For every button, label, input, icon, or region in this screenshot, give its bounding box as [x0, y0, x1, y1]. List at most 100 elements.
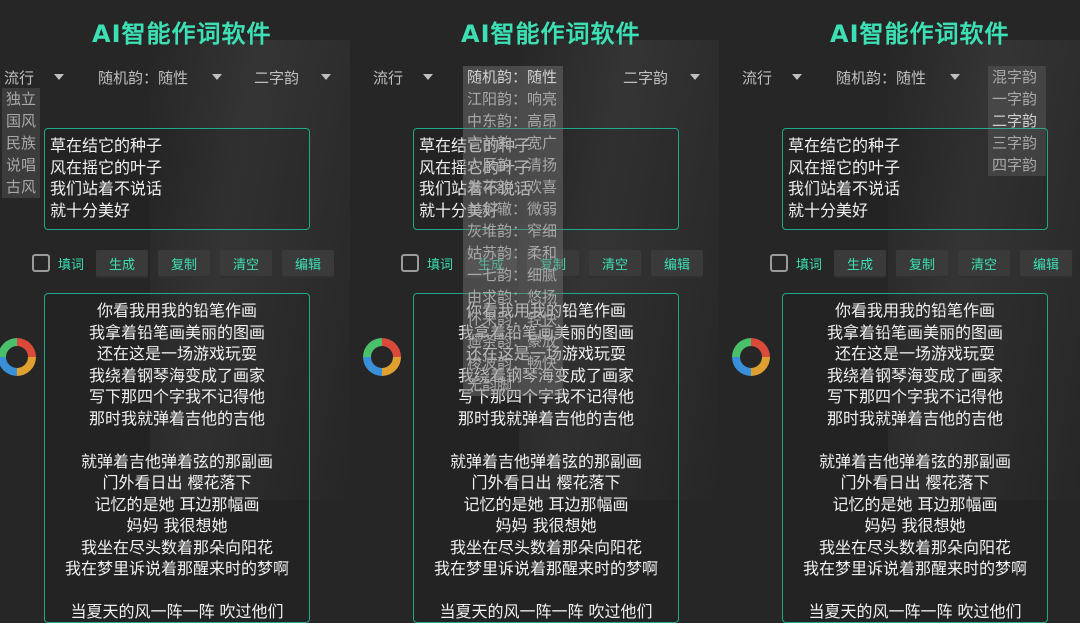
rhyme-count-option[interactable]: 四字韵 [988, 154, 1046, 176]
output-line: 还在这是一场游戏玩耍 [96, 344, 257, 363]
rhyme-count-option[interactable]: 一字韵 [988, 88, 1046, 110]
output-line: 门外看日出 樱花落下 [102, 473, 252, 492]
lyrics-output[interactable]: 你看我用我的铅笔作画 我拿着铅笔画美丽的图画 还在这是一场游戏玩耍 我绕着钢琴海… [782, 293, 1048, 623]
output-line: 我坐在尽头数着那朵向阳花 [818, 537, 1011, 557]
edit-button[interactable]: 编辑 [1020, 250, 1073, 276]
chevron-down-icon [423, 74, 434, 80]
output-line: 门外看日出 樱花落下 [840, 473, 990, 492]
copy-button[interactable]: 复制 [896, 250, 949, 276]
rhyme-option-selected[interactable]: 随机韵：随性 [463, 66, 563, 88]
rhyme-option[interactable]: 言前韵：宽广 [463, 132, 563, 154]
rhyme-option[interactable]: 无韵脚 [463, 374, 563, 396]
clear-button[interactable]: 清空 [958, 250, 1011, 276]
rhyme-dropdown: 随机韵：随性 江阳韵：响亮 中东韵：高昂 言前韵：宽广 人辰韵：清扬 发花韵：欢… [463, 66, 563, 396]
generate-button[interactable]: 生成 [96, 250, 149, 276]
output-line: 那时我就弹着吉他的吉他 [826, 408, 1003, 428]
generate-button[interactable]: 生成 [834, 250, 887, 276]
rhyme-option[interactable]: 乜斜辙：微弱 [463, 198, 563, 220]
output-line: 就弹着吉他弹着弦的那副画 [449, 451, 642, 471]
copy-button[interactable]: 复制 [158, 250, 211, 276]
app-title: AI智能作词软件 [461, 20, 641, 48]
chevron-down-icon [54, 74, 65, 80]
input-line: 草在结它的种子 [50, 136, 163, 155]
fill-checkbox[interactable] [32, 254, 50, 272]
output-line: 妈妈 我很想她 [126, 516, 228, 535]
output-line: 记忆的是她 耳边那幅画 [463, 494, 629, 514]
rhyme-option[interactable]: 遥条韵：豪放 [463, 330, 563, 352]
rhyme-count-value: 二字韵 [623, 68, 669, 87]
control-row: 填词 生成 复制 清空 编辑 [32, 250, 344, 276]
genre-option[interactable]: 独立 [2, 88, 40, 110]
genre-option[interactable]: 古风 [2, 176, 40, 198]
rhyme-option[interactable]: 由求韵：悠扬 [463, 286, 563, 308]
clear-button[interactable]: 清空 [589, 250, 642, 276]
output-line: 妈妈 我很想她 [495, 516, 597, 535]
rhyme-count-select[interactable]: 二字韵 [623, 66, 701, 88]
input-line: 风在摇它的叶子 [50, 157, 163, 177]
genre-option[interactable]: 说唱 [2, 154, 40, 176]
rhyme-option[interactable]: 灰堆韵：窄细 [463, 220, 563, 242]
fill-checkbox-label: 填词 [427, 257, 454, 273]
rhyme-count-select[interactable]: 二字韵 [254, 66, 332, 88]
rhyme-select[interactable]: 随机韵：随性 [98, 66, 223, 88]
output-line: 记忆的是她 耳边那幅画 [832, 494, 998, 514]
rhyme-count-option-selected[interactable]: 二字韵 [988, 110, 1046, 132]
output-line: 我坐在尽头数着那朵向阳花 [80, 537, 273, 557]
screen-rhyme-dropdown: AI智能作词软件 流行 草在结它的种子 风在摇它的叶子 我们站着不说话 就十分美… [363, 0, 729, 623]
genre-option[interactable]: 民族 [2, 132, 40, 154]
rhyme-option[interactable]: 一七韵：细腻 [463, 264, 563, 286]
output-line: 妈妈 我很想她 [864, 516, 966, 535]
fill-checkbox[interactable] [770, 254, 788, 272]
genre-value: 流行 [742, 68, 773, 87]
rhyme-option[interactable]: 怀来韵：轻快 [463, 308, 563, 330]
output-line: 那时我就弹着吉他的吉他 [88, 408, 265, 428]
output-line: 记忆的是她 耳边那幅画 [94, 494, 260, 514]
rhyme-count-option[interactable]: 混字韵 [988, 66, 1046, 88]
output-line: 你看我用我的铅笔作画 [96, 301, 257, 320]
app-title: AI智能作词软件 [830, 20, 1010, 48]
loading-ring-icon [363, 338, 401, 376]
genre-value: 流行 [4, 68, 35, 87]
genre-value: 流行 [373, 68, 404, 87]
output-line: 我绕着钢琴海变成了画家 [88, 365, 265, 385]
rhyme-option[interactable]: 人辰韵：清扬 [463, 154, 563, 176]
app-title: AI智能作词软件 [92, 20, 272, 48]
loading-ring-icon [732, 338, 770, 376]
rhyme-option[interactable]: 发花韵：欢喜 [463, 176, 563, 198]
seed-lyrics-input[interactable]: 草在结它的种子 风在摇它的叶子 我们站着不说话 就十分美好 [44, 128, 310, 230]
rhyme-option[interactable]: 中东韵：高昂 [463, 110, 563, 132]
output-line: 我拿着铅笔画美丽的图画 [826, 322, 1003, 342]
rhyme-count-option[interactable]: 三字韵 [988, 132, 1046, 154]
genre-option[interactable]: 国风 [2, 110, 40, 132]
output-line: 就弹着吉他弹着弦的那副画 [80, 451, 273, 471]
edit-button[interactable]: 编辑 [282, 250, 335, 276]
fill-checkbox[interactable] [401, 254, 419, 272]
clear-button[interactable]: 清空 [220, 250, 273, 276]
rhyme-count-value: 二字韵 [254, 68, 300, 87]
output-line: 还在这是一场游戏玩耍 [834, 344, 995, 363]
chevron-down-icon [321, 74, 332, 80]
genre-select[interactable]: 流行 [742, 66, 803, 88]
output-line: 我在梦里诉说着那醒来时的梦啊 [64, 559, 289, 578]
lyrics-output[interactable]: 你看我用我的铅笔作画 我拿着铅笔画美丽的图画 还在这是一场游戏玩耍 我绕着钢琴海… [44, 293, 310, 623]
fill-checkbox-label: 填词 [796, 257, 823, 273]
edit-button[interactable]: 编辑 [651, 250, 704, 276]
rhyme-select[interactable]: 随机韵：随性 [836, 66, 961, 88]
rhyme-value: 随机韵：随性 [836, 68, 927, 87]
input-line: 就十分美好 [50, 200, 131, 220]
rhyme-option[interactable]: 姑苏韵：柔和 [463, 242, 563, 264]
rhyme-option[interactable]: 江阳韵：响亮 [463, 88, 563, 110]
genre-select[interactable]: 流行 [4, 66, 65, 88]
output-line: 我绕着钢琴海变成了画家 [826, 365, 1003, 385]
screen-genre-dropdown: AI智能作词软件 流行 独立 国风 民族 说唱 古风 随机韵：随性 二字韵 草在… [0, 0, 360, 623]
fill-checkbox-label: 填词 [58, 257, 85, 273]
control-row: 填词 生成 复制 清空 编辑 [770, 250, 1080, 276]
output-line: 就弹着吉他弹着弦的那副画 [818, 451, 1011, 471]
rhyme-option[interactable]: 梭波韵：畅快 [463, 352, 563, 374]
output-line: 当夏天的风一阵一阵 吹过他们 [70, 602, 284, 621]
genre-select[interactable]: 流行 [373, 66, 434, 88]
